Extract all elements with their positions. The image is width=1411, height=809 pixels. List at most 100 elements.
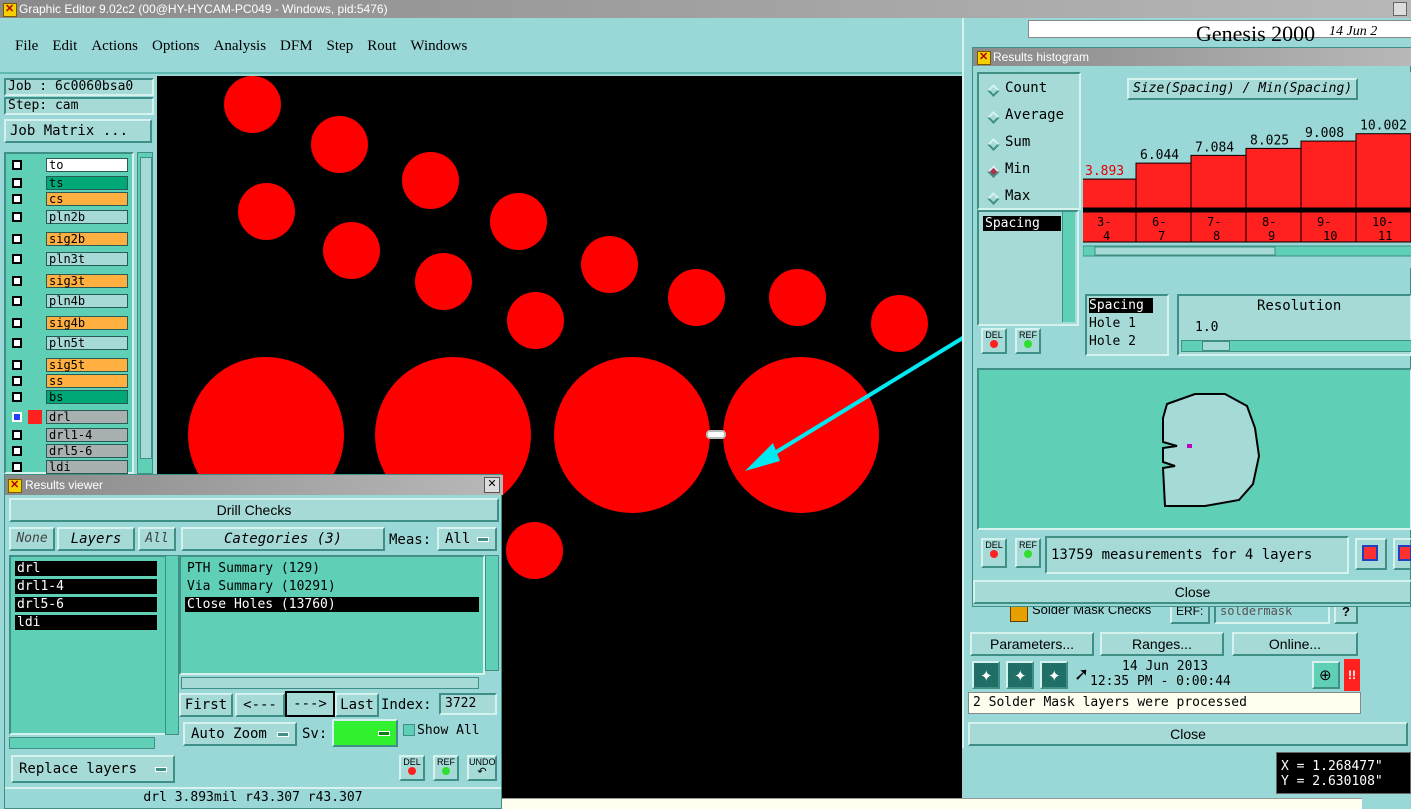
bar-value-label: 6.044 [1140, 148, 1179, 163]
hole-list-item[interactable]: Hole 1 [1089, 316, 1136, 331]
stat-options: Count Average Sum Min Max [977, 72, 1081, 210]
category-item[interactable]: Via Summary (10291) [185, 579, 479, 594]
alert-badge[interactable]: !! [1344, 659, 1360, 691]
viewer-title: Results viewer [25, 478, 104, 492]
online-button[interactable]: Online... [1232, 632, 1358, 656]
resolution-slider[interactable] [1181, 340, 1411, 352]
histogram-ref-button[interactable]: REF [1015, 328, 1041, 354]
export-button[interactable] [1355, 538, 1387, 570]
field-list: Spacing [977, 210, 1079, 326]
all-layers-button[interactable]: All [138, 527, 176, 551]
layers-button[interactable]: Layers [57, 527, 135, 551]
viewer-close-icon[interactable]: ✕ [484, 477, 500, 493]
results-viewer-window: Results viewer ✕ Drill Checks None Layer… [4, 474, 503, 809]
runner-icon: ✦ [1048, 668, 1061, 685]
severity-select[interactable] [332, 719, 398, 747]
viewer-layer-list: drl drl1-4 drl5-6 ldi [9, 555, 167, 735]
histogram-bar[interactable] [1083, 178, 1137, 209]
run-all-button[interactable]: ✦ [1006, 661, 1034, 689]
export2-icon [1398, 545, 1411, 561]
show-all-label: Show All [417, 723, 480, 738]
category-tick-label: 11 [1378, 229, 1392, 243]
run-button[interactable]: ✦ [972, 661, 1000, 689]
auto-zoom-select[interactable]: Auto Zoom [183, 722, 297, 746]
histogram-bar[interactable] [1245, 147, 1302, 209]
first-button[interactable]: First [179, 693, 233, 717]
index-input[interactable]: 3722 [439, 693, 497, 715]
viewer-layer-item[interactable]: drl1-4 [15, 579, 157, 594]
status-message: 2 Solder Mask layers were processed [968, 692, 1361, 714]
hole-list-item[interactable]: Hole 2 [1089, 334, 1136, 349]
category-tick-label: 8- [1262, 215, 1276, 229]
solder-check-icon [1010, 606, 1028, 622]
run-selected-button[interactable]: ✦ [1040, 661, 1068, 689]
bottom-ref-button[interactable]: REF [1015, 538, 1041, 568]
viewer-layer-hscroll[interactable] [9, 737, 155, 749]
bottom-del-button[interactable]: DEL [981, 538, 1007, 568]
field-list-item[interactable]: Spacing [983, 216, 1061, 231]
viewer-del-button[interactable]: DEL [399, 755, 425, 781]
histogram-bar[interactable] [1355, 133, 1411, 209]
viewer-title-bar[interactable]: Results viewer ✕ [5, 475, 503, 495]
category-tick-label: 10 [1323, 229, 1337, 243]
board-outline [1161, 393, 1261, 507]
magnifier-icon: ⊕ [1319, 667, 1332, 684]
histogram-bar[interactable] [1135, 162, 1192, 209]
coord-y: Y = 2.630108" [1281, 774, 1383, 789]
last-button[interactable]: Last [335, 693, 379, 717]
export2-button[interactable] [1393, 538, 1411, 570]
parameters-button[interactable]: Parameters... [970, 632, 1094, 656]
category-hscroll[interactable] [181, 677, 479, 689]
back-close-button[interactable]: Close [968, 722, 1408, 746]
meas-select[interactable]: All [437, 527, 497, 551]
viewer-undo-button[interactable]: UNDO ↶ [467, 755, 497, 781]
category-tick-label: 7- [1207, 215, 1221, 229]
viewer-layer-scroll[interactable] [165, 555, 179, 735]
histogram-bar[interactable] [1190, 154, 1247, 209]
categories-button[interactable]: Categories (3) [181, 527, 385, 551]
viewer-status-bar: drl 3.893mil r43.307 r43.307 [5, 787, 501, 807]
radio-min[interactable] [987, 165, 1000, 178]
category-item[interactable]: PTH Summary (129) [185, 561, 479, 576]
histogram-del-button[interactable]: DEL [981, 328, 1007, 354]
dropdown-icon [378, 731, 390, 736]
category-item[interactable]: Close Holes (13760) [185, 597, 479, 612]
category-tick-label: 9 [1268, 229, 1275, 243]
run-date: 14 Jun 2013 [1122, 659, 1209, 674]
hole-list-item[interactable]: Spacing [1089, 298, 1153, 313]
runner-icon: ✦ [980, 668, 993, 685]
viewer-ref-button[interactable]: REF [433, 755, 459, 781]
histogram-window-icon [977, 50, 991, 65]
show-all-checkbox[interactable] [403, 724, 415, 736]
histogram-chart-area: Size(Spacing) / Min(Spacing) 3.893 3- 4 6.0… [1083, 72, 1411, 268]
dropdown-icon [477, 537, 489, 542]
zoom-button[interactable]: ⊕ [1312, 661, 1340, 689]
category-scroll[interactable] [485, 555, 499, 671]
histogram-chart: 3.8933-46.0446-77.0847-88.0258-99.0089-1… [1083, 119, 1411, 257]
prev-button[interactable]: <--- [235, 693, 285, 717]
category-tick-label: 6- [1152, 215, 1166, 229]
bottom-strip [502, 798, 1362, 809]
viewer-layer-item[interactable]: drl5-6 [15, 597, 157, 612]
radio-sum[interactable] [987, 138, 1000, 151]
chart-scroll-thumb[interactable] [1094, 246, 1276, 256]
sv-label: Sv: [302, 726, 328, 742]
histogram-close-button[interactable]: Close [973, 580, 1411, 604]
histogram-bar[interactable] [1300, 140, 1357, 209]
next-button[interactable]: ---> [285, 691, 335, 717]
coordinate-readout: X = 1.268477" Y = 2.630108" [1276, 752, 1411, 794]
run-time: 12:35 PM - 0:00:44 [1090, 674, 1231, 689]
none-button[interactable]: None [9, 527, 55, 551]
option-label-sum: Sum [1005, 134, 1031, 150]
viewer-window-icon [8, 478, 22, 493]
viewer-layer-item[interactable]: ldi [15, 615, 157, 630]
category-tick-label: 3- [1097, 215, 1111, 229]
histogram-title-bar[interactable]: Results histogram [973, 48, 1411, 66]
radio-max[interactable] [987, 192, 1000, 205]
ranges-button[interactable]: Ranges... [1100, 632, 1224, 656]
radio-count[interactable] [987, 84, 1000, 97]
radio-average[interactable] [987, 111, 1000, 124]
viewer-layer-item[interactable]: drl [15, 561, 157, 576]
board-preview [977, 368, 1411, 530]
replace-layers-select[interactable]: Replace layers [11, 755, 175, 783]
